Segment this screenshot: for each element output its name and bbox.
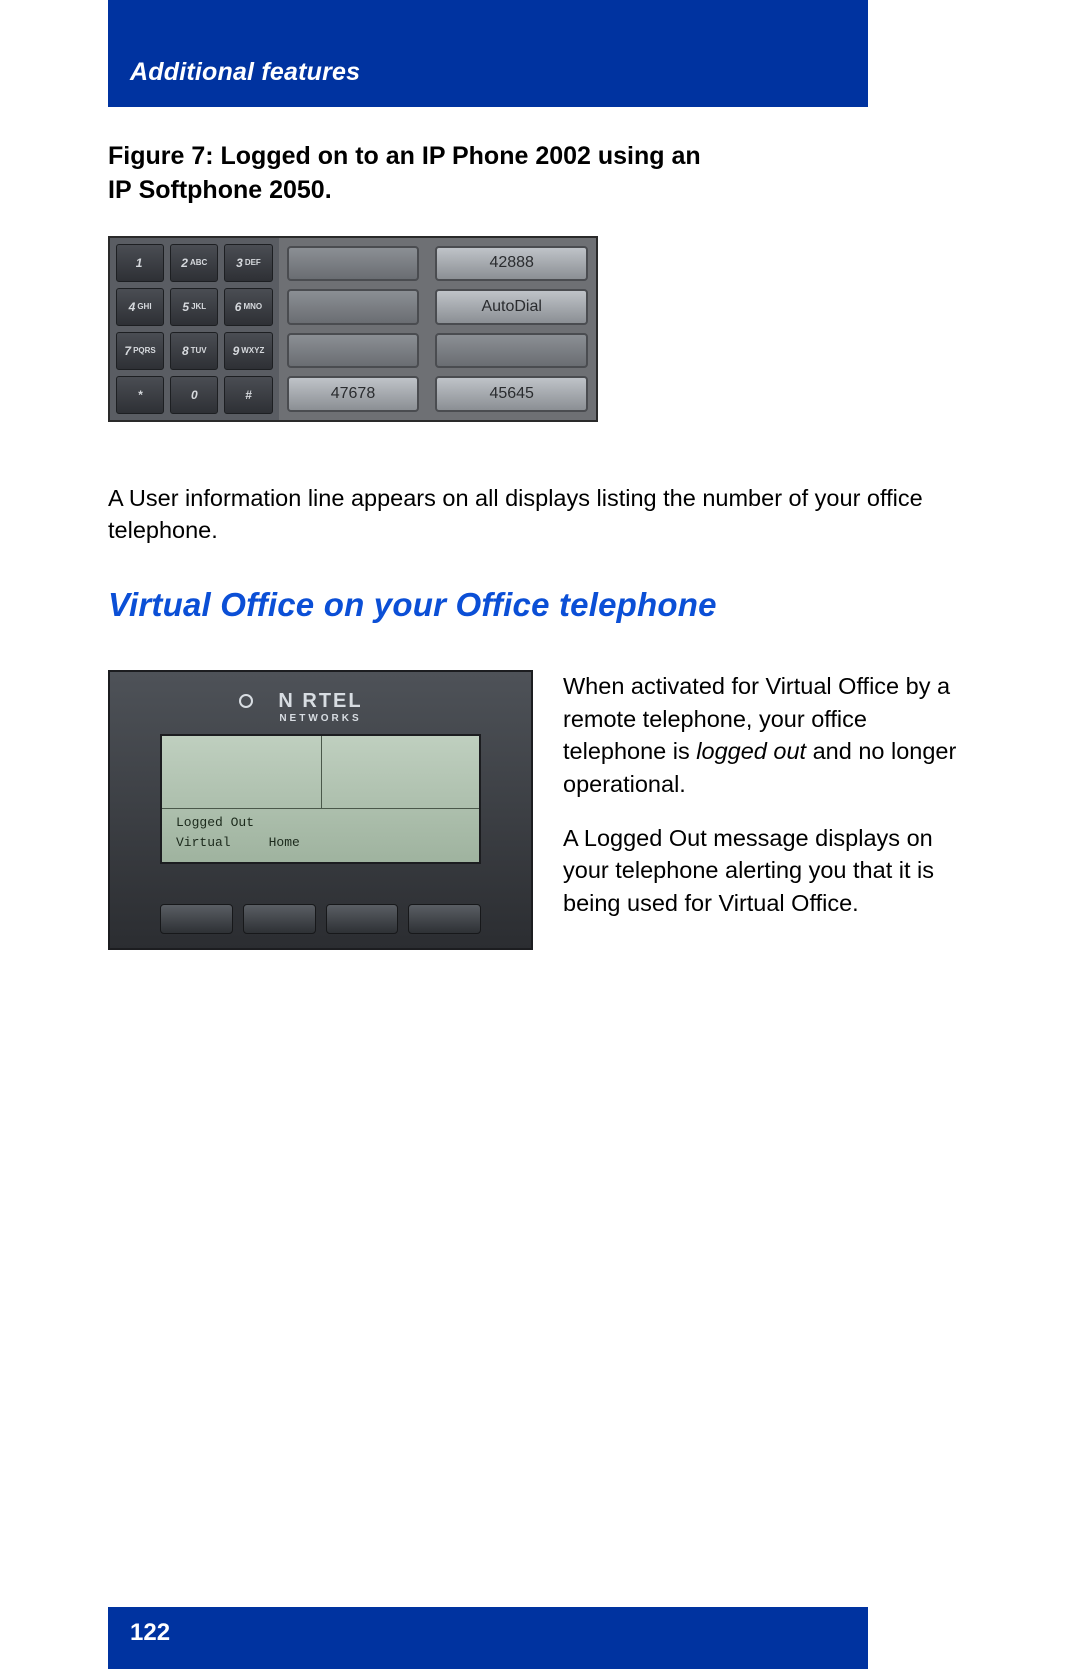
phone-softkey-2[interactable]	[243, 904, 316, 934]
screen-divider-horizontal	[162, 808, 479, 809]
section-heading-virtual-office: Virtual Office on your Office telephone	[108, 586, 972, 624]
key-digit: *	[138, 388, 143, 402]
key-letters: WXYZ	[241, 346, 264, 355]
screen-softkey-home: Home	[269, 835, 300, 850]
softkey-mid-3[interactable]	[287, 333, 420, 369]
key-digit: 8	[182, 344, 189, 358]
keypad-key-1[interactable]: 1	[116, 244, 164, 282]
keypad-key-9[interactable]: 9WXYZ	[224, 332, 272, 370]
key-letters: JKL	[191, 302, 206, 311]
key-letters: GHI	[137, 302, 151, 311]
nortel-globe-icon	[239, 694, 253, 708]
softkey-mid-1[interactable]	[287, 246, 420, 282]
right-text-column: When activated for Virtual Office by a r…	[563, 670, 972, 941]
screen-text-softkeys: Virtual Home	[176, 835, 300, 850]
figure7-caption: Figure 7: Logged on to an IP Phone 2002 …	[108, 140, 848, 208]
keypad-key-hash[interactable]: #	[224, 376, 272, 414]
screen-text-logged-out: Logged Out	[176, 815, 254, 830]
softkey-right-3[interactable]	[435, 333, 588, 369]
key-letters: MNO	[243, 302, 262, 311]
key-digit: 3	[236, 256, 243, 270]
key-letters: PQRS	[133, 346, 156, 355]
keypad-key-7[interactable]: 7PQRS	[116, 332, 164, 370]
softkey-right-4[interactable]: 45645	[435, 376, 588, 412]
softkey-label: AutoDial	[481, 298, 541, 316]
key-digit: 2	[181, 256, 188, 270]
emphasis-logged-out: logged out	[696, 738, 806, 764]
softkey-column-mid: 47678	[279, 238, 428, 420]
nortel-phone-figure: N RTEL NETWORKS Logged Out Virtual Home	[108, 670, 533, 950]
keypad-key-8[interactable]: 8TUV	[170, 332, 218, 370]
softkey-mid-4[interactable]: 47678	[287, 376, 420, 412]
right-paragraph-2: A Logged Out message displays on your te…	[563, 822, 972, 919]
softkey-right-1[interactable]: 42888	[435, 246, 588, 282]
key-digit: #	[245, 388, 252, 402]
brand-sub-text: NETWORKS	[110, 713, 531, 724]
header-bar: Additional features	[108, 0, 868, 107]
key-digit: 6	[235, 300, 242, 314]
keypad-key-2[interactable]: 2ABC	[170, 244, 218, 282]
keypad-key-4[interactable]: 4GHI	[116, 288, 164, 326]
phone-softkey-3[interactable]	[326, 904, 399, 934]
softkey-label: 45645	[489, 385, 534, 403]
key-digit: 4	[129, 300, 136, 314]
phone-softkey-row	[160, 904, 481, 934]
keypad-key-5[interactable]: 5JKL	[170, 288, 218, 326]
softkey-column-right: 42888 AutoDial 45645	[427, 238, 596, 420]
keypad-key-3[interactable]: 3DEF	[224, 244, 272, 282]
figure7-softphone-keypad: 1 2ABC 3DEF 4GHI 5JKL 6MNO 7PQRS 8TUV 9W…	[108, 236, 598, 422]
softkey-label: 42888	[489, 254, 534, 272]
brand-top-text: N RTEL	[278, 690, 362, 712]
softkey-right-2[interactable]: AutoDial	[435, 289, 588, 325]
body-paragraph-1: A User information line appears on all d…	[108, 482, 972, 547]
screen-divider-vertical	[321, 736, 322, 808]
softkey-label: 47678	[331, 385, 376, 403]
key-digit: 1	[136, 256, 143, 270]
key-digit: 9	[233, 344, 240, 358]
document-page: Additional features Figure 7: Logged on …	[0, 0, 1080, 1669]
footer-bar: 122	[108, 1607, 868, 1669]
keypad-key-6[interactable]: 6MNO	[224, 288, 272, 326]
keypad-digits: 1 2ABC 3DEF 4GHI 5JKL 6MNO 7PQRS 8TUV 9W…	[110, 238, 279, 420]
two-column-layout: N RTEL NETWORKS Logged Out Virtual Home	[108, 670, 972, 950]
key-letters: TUV	[191, 346, 207, 355]
key-digit: 7	[124, 344, 131, 358]
nortel-logo: N RTEL NETWORKS	[110, 690, 531, 724]
header-title: Additional features	[130, 58, 360, 87]
key-letters: ABC	[190, 258, 207, 267]
keypad-key-0[interactable]: 0	[170, 376, 218, 414]
key-letters: DEF	[245, 258, 261, 267]
keypad-key-star[interactable]: *	[116, 376, 164, 414]
key-digit: 0	[191, 388, 198, 402]
softkey-mid-2[interactable]	[287, 289, 420, 325]
key-digit: 5	[182, 300, 189, 314]
page-number: 122	[130, 1619, 170, 1647]
phone-softkey-1[interactable]	[160, 904, 233, 934]
screen-softkey-virtual: Virtual	[176, 835, 231, 850]
page-content: Figure 7: Logged on to an IP Phone 2002 …	[108, 0, 972, 950]
phone-softkey-4[interactable]	[408, 904, 481, 934]
right-paragraph-1: When activated for Virtual Office by a r…	[563, 670, 972, 800]
phone-lcd-screen: Logged Out Virtual Home	[160, 734, 481, 864]
